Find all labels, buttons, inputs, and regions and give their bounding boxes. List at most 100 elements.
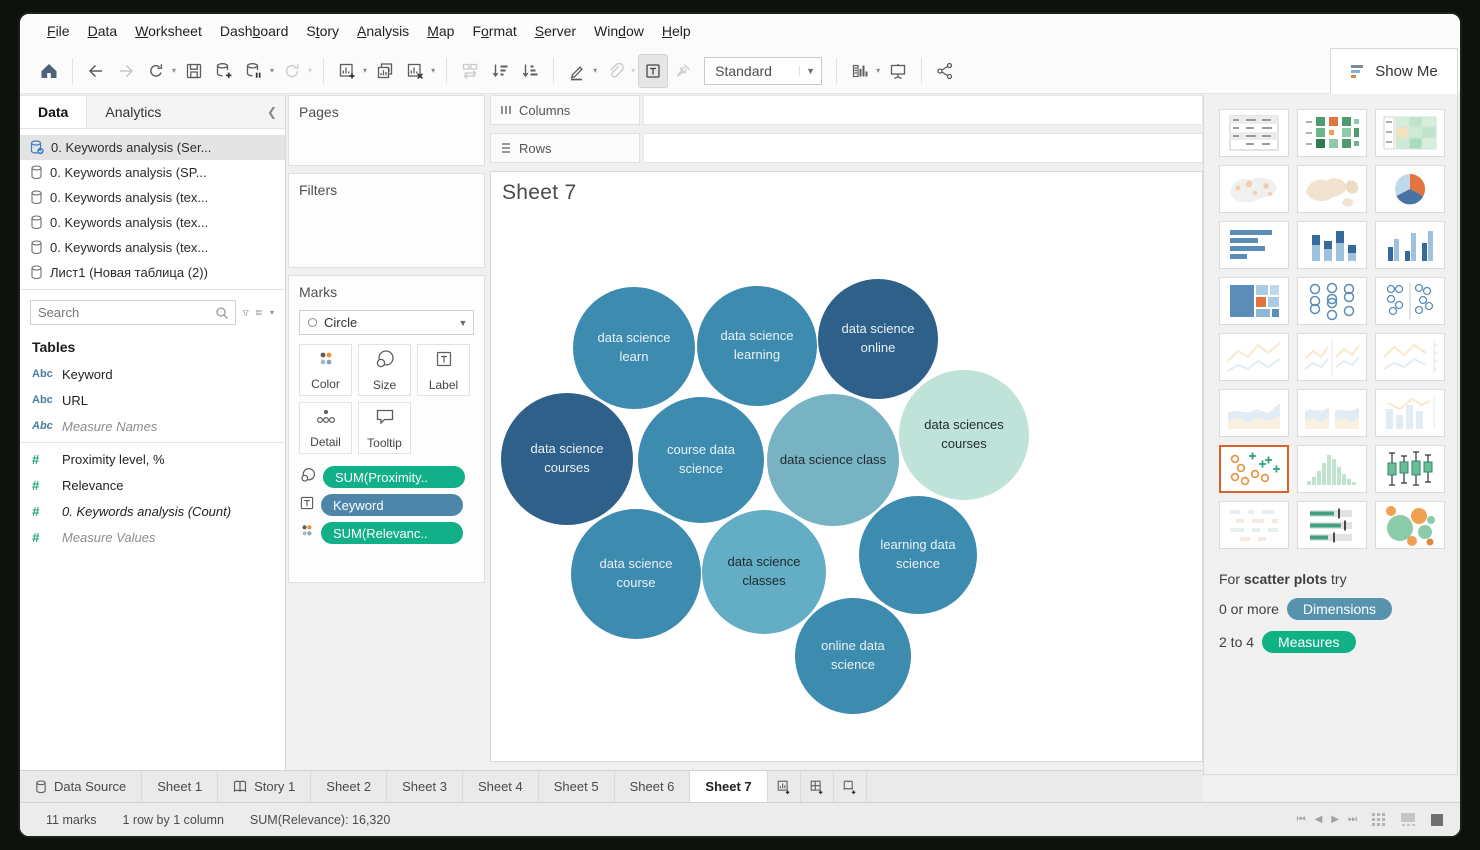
- show-me-histogram-icon[interactable]: [1297, 445, 1367, 493]
- size-button[interactable]: Size: [358, 344, 411, 396]
- previous-icon[interactable]: ◀: [1315, 814, 1323, 825]
- field-item[interactable]: AbcURL: [20, 387, 285, 413]
- clear-sheet-button[interactable]: [400, 54, 430, 88]
- field-item[interactable]: AbcMeasure Names: [20, 413, 285, 439]
- new-worksheet-caret[interactable]: ▾: [363, 66, 367, 75]
- bubble-mark[interactable]: data science class: [767, 394, 899, 526]
- new-worksheet-tab-button[interactable]: [768, 771, 801, 802]
- new-dashboard-tab-button[interactable]: [801, 771, 834, 802]
- group-members-button[interactable]: [600, 54, 630, 88]
- bubble-mark[interactable]: data science course: [571, 509, 701, 639]
- menu-item-dashboard[interactable]: Dashboard: [211, 23, 298, 39]
- bubble-mark[interactable]: data science classes: [702, 510, 826, 634]
- bubble-mark[interactable]: course data science: [638, 397, 764, 523]
- collapse-pane-icon[interactable]: ❮: [259, 96, 285, 128]
- back-button[interactable]: [81, 54, 111, 88]
- tab-sheet-4[interactable]: Sheet 4: [463, 771, 539, 802]
- columns-shelf[interactable]: [643, 95, 1203, 125]
- pause-data-updates-button[interactable]: [239, 54, 269, 88]
- menu-item-story[interactable]: Story: [297, 23, 348, 39]
- data-source-item[interactable]: 0. Keywords analysis (SP...: [20, 160, 285, 185]
- show-me-packed-bubbles-icon[interactable]: [1375, 501, 1445, 549]
- tab-sheet-3[interactable]: Sheet 3: [387, 771, 463, 802]
- data-source-item[interactable]: Лист1 (Новая таблица (2)): [20, 260, 285, 285]
- show-me-circle-views-icon[interactable]: [1297, 277, 1367, 325]
- field-item[interactable]: #0. Keywords analysis (Count): [20, 498, 285, 524]
- show-me-side-by-side-circles-icon[interactable]: [1375, 277, 1445, 325]
- fit-selector[interactable]: Standard ▼: [704, 57, 822, 85]
- undo-redo-caret[interactable]: ▾: [172, 66, 176, 75]
- grid-view-icon[interactable]: [1371, 812, 1386, 827]
- tab-data[interactable]: Data: [20, 96, 87, 128]
- search-box[interactable]: [30, 300, 236, 325]
- tab-sheet-6[interactable]: Sheet 6: [615, 771, 691, 802]
- filters-card[interactable]: Filters: [288, 173, 485, 268]
- menu-item-worksheet[interactable]: Worksheet: [126, 23, 211, 39]
- highlight-button[interactable]: [562, 54, 592, 88]
- show-mark-labels-button[interactable]: [638, 54, 668, 88]
- pages-card[interactable]: Pages: [288, 95, 485, 166]
- clear-sheet-caret[interactable]: ▾: [431, 66, 435, 75]
- show-me-heat-map-table-icon[interactable]: [1375, 109, 1445, 157]
- bubble-mark[interactable]: data sciences courses: [899, 370, 1029, 500]
- cards-caret[interactable]: ▾: [876, 66, 880, 75]
- forward-button[interactable]: [111, 54, 141, 88]
- data-source-item[interactable]: 0. Keywords analysis (tex...: [20, 185, 285, 210]
- menu-item-help[interactable]: Help: [653, 23, 700, 39]
- undo-redo-button[interactable]: [141, 54, 171, 88]
- show-me-horizontal-bars-icon[interactable]: [1219, 221, 1289, 269]
- color-button[interactable]: Color: [299, 344, 352, 396]
- swap-rows-columns-button[interactable]: [455, 54, 485, 88]
- show-me-box-and-whisker-icon[interactable]: [1375, 445, 1445, 493]
- bubble-mark[interactable]: online data science: [795, 598, 911, 714]
- show-hide-cards-button[interactable]: [845, 54, 875, 88]
- fit-selector-caret[interactable]: ▼: [799, 66, 821, 76]
- save-button[interactable]: [179, 54, 209, 88]
- tab-analytics[interactable]: Analytics: [87, 96, 259, 128]
- show-me-highlight-table-icon[interactable]: [1297, 109, 1367, 157]
- field-item[interactable]: #Relevance: [20, 472, 285, 498]
- field-item[interactable]: AbcKeyword: [20, 361, 285, 387]
- tab-sheet-5[interactable]: Sheet 5: [539, 771, 615, 802]
- first-icon[interactable]: ⏮: [1297, 814, 1306, 825]
- data-source-item[interactable]: 0. Keywords analysis (Ser...: [20, 135, 285, 160]
- field-pill[interactable]: Keyword: [321, 494, 463, 516]
- show-me-bullet-graph-icon[interactable]: [1297, 501, 1367, 549]
- rows-shelf[interactable]: [643, 133, 1203, 163]
- thumbnail-view-icon[interactable]: [1400, 812, 1416, 827]
- show-me-scatter-plot-icon[interactable]: [1219, 445, 1289, 493]
- view-options-caret[interactable]: ▾: [270, 308, 274, 317]
- field-item[interactable]: #Proximity level, %: [20, 446, 285, 472]
- filter-fields-icon[interactable]: [242, 305, 249, 321]
- field-pill[interactable]: SUM(Relevanc..: [321, 522, 463, 544]
- refresh-data-button[interactable]: [277, 54, 307, 88]
- filmstrip-view-icon[interactable]: [1430, 813, 1444, 827]
- field-pill[interactable]: SUM(Proximity..: [323, 466, 465, 488]
- menu-item-window[interactable]: Window: [585, 23, 653, 39]
- show-me-button[interactable]: Show Me: [1330, 48, 1458, 94]
- new-worksheet-button[interactable]: [332, 54, 362, 88]
- tab-sheet-7[interactable]: Sheet 7: [690, 771, 767, 802]
- menu-item-server[interactable]: Server: [526, 23, 585, 39]
- show-me-stacked-bars-icon[interactable]: [1297, 221, 1367, 269]
- home-button[interactable]: [34, 54, 64, 88]
- search-input[interactable]: [31, 305, 214, 320]
- pause-data-caret[interactable]: ▾: [270, 66, 274, 75]
- duplicate-sheet-button[interactable]: [370, 54, 400, 88]
- tab-sheet-2[interactable]: Sheet 2: [311, 771, 387, 802]
- show-me-side-by-side-bars-icon[interactable]: [1375, 221, 1445, 269]
- highlight-caret[interactable]: ▾: [593, 66, 597, 75]
- new-story-tab-button[interactable]: [834, 771, 867, 802]
- sort-ascending-button[interactable]: [485, 54, 515, 88]
- data-source-item[interactable]: 0. Keywords analysis (tex...: [20, 210, 285, 235]
- bubble-mark[interactable]: learning data science: [859, 496, 977, 614]
- last-icon[interactable]: ⏭: [1348, 814, 1357, 825]
- tab-story-1[interactable]: Story 1: [218, 771, 311, 802]
- presentation-mode-button[interactable]: [883, 54, 913, 88]
- next-icon[interactable]: ▶: [1331, 814, 1339, 825]
- menu-item-file[interactable]: File: [38, 23, 79, 39]
- show-me-pie-chart-icon[interactable]: [1375, 165, 1445, 213]
- bubble-mark[interactable]: data science online: [818, 279, 938, 399]
- bubble-mark[interactable]: data science courses: [501, 393, 633, 525]
- bubble-mark[interactable]: data science learning: [697, 286, 817, 406]
